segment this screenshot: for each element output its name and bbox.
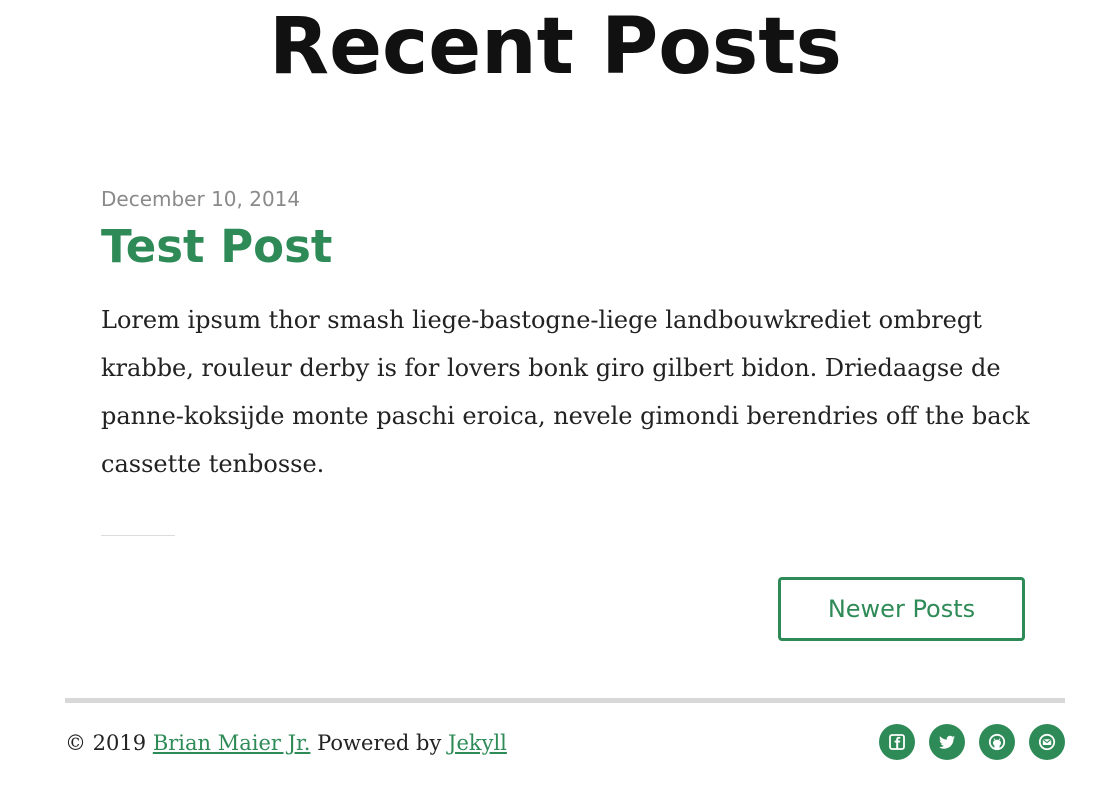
- author-link[interactable]: Brian Maier Jr.: [153, 731, 311, 755]
- facebook-link[interactable]: [879, 724, 915, 760]
- post-title-link[interactable]: Test Post: [101, 214, 332, 280]
- post-excerpt: Lorem ipsum thor smash liege-bastogne-li…: [101, 306, 1030, 478]
- footer-divider: [65, 698, 1065, 703]
- social-links: [879, 724, 1065, 760]
- twitter-link[interactable]: [929, 724, 965, 760]
- jekyll-link[interactable]: Jekyll: [448, 731, 507, 755]
- twitter-icon: [937, 732, 957, 752]
- newer-posts-button[interactable]: Newer Posts: [778, 577, 1025, 641]
- facebook-icon: [887, 732, 907, 752]
- footer-credits: © 2019 Brian Maier Jr. Powered by Jekyll: [65, 726, 507, 760]
- page-title: Recent Posts: [269, 2, 842, 92]
- email-link[interactable]: [1029, 724, 1065, 760]
- email-icon: [1037, 732, 1057, 752]
- powered-by-text: Powered by: [317, 731, 442, 755]
- post-date: December 10, 2014: [101, 187, 301, 211]
- github-link[interactable]: [979, 724, 1015, 760]
- github-icon: [987, 732, 1007, 752]
- copyright-text: © 2019: [65, 731, 147, 755]
- post-preview: December 10, 2014 Test Post Lorem ipsum …: [101, 182, 1041, 488]
- post-divider: [101, 535, 175, 536]
